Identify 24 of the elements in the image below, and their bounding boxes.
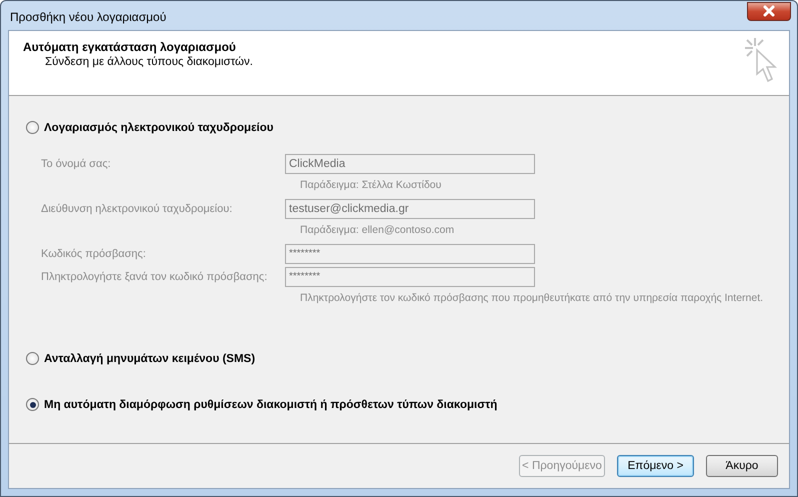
radio-button[interactable] [26, 121, 39, 134]
radio-button[interactable] [26, 398, 39, 411]
field-label: Το όνομά σας: [41, 158, 112, 170]
field-value: testuser@clickmedia.gr [289, 203, 409, 215]
field-value: ******** [289, 248, 320, 258]
dialog-button[interactable]: Άκυρο [706, 455, 778, 477]
page-title: Αυτόματη εγκατάσταση λογαριασμού [23, 40, 237, 54]
option-label[interactable]: Ανταλλαγή μηνυμάτων κειμένου (SMS) [44, 352, 256, 364]
field-value: ******** [289, 270, 320, 282]
radio-button[interactable] [26, 352, 39, 365]
field-label: Διεύθυνση ηλεκτρονικού ταχυδρομείου: [41, 203, 234, 215]
field-hint: Παράδειγμα: Στέλλα Κωστίδου [299, 179, 442, 191]
option-label[interactable]: Μη αυτόματη διαμόρφωση ρυθμίσεων διακομιστή ή πρόσθετων τύπων διακομιστή [44, 398, 498, 410]
page-subtitle: Σύνδεση με άλλους τύπους διακομιστών. [44, 56, 253, 68]
field-hint: Πληκτρολογήστε τον κωδικό πρόσβασης που προμηθευτήκατε από την υπηρεσία παροχής Internet. [299, 292, 764, 304]
field-hint: Παράδειγμα: ellen@contoso.com [299, 224, 456, 236]
window-title: Προσθήκη νέου λογαριασμού [9, 8, 166, 24]
close-icon [762, 5, 776, 17]
field-label: Πληκτρολογήστε ξανά τον κωδικό πρόσβασης: [41, 271, 268, 283]
field-label: Κωδικός πρόσβασης: [41, 248, 147, 260]
dialog-button[interactable]: Επόμενο > [617, 455, 694, 477]
option-label[interactable]: Λογαριασμός ηλεκτρονικού ταχυδρομείου [44, 122, 274, 134]
field-value: ClickMedia [289, 158, 346, 170]
close-button[interactable] [747, 2, 791, 20]
